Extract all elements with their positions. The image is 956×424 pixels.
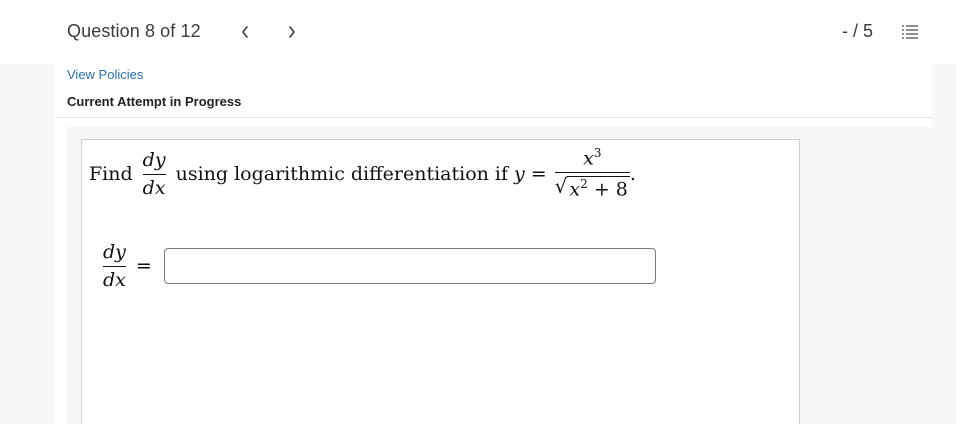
divider xyxy=(54,117,932,118)
denominator-base: x xyxy=(569,178,581,201)
function-denominator: √ x2 + 8 xyxy=(555,176,630,201)
attempt-status: Current Attempt in Progress xyxy=(67,94,242,109)
derivative-denominator: dx xyxy=(142,176,166,199)
answer-derivative-fraction: dy dx xyxy=(103,240,126,291)
question-list-button[interactable] xyxy=(898,22,922,42)
denominator-constant: + 8 xyxy=(593,178,628,201)
function-fraction: x3 √ x2 + 8 xyxy=(554,145,630,201)
statement-period: . xyxy=(629,163,636,185)
answer-derivative-numerator: dy xyxy=(103,240,126,263)
answer-input[interactable] xyxy=(164,248,656,284)
question-header: Question 8 of 12 - / 5 xyxy=(0,0,956,64)
find-word: Find xyxy=(89,163,133,185)
question-text: using logarithmic differentiation if xyxy=(175,163,509,185)
question-list-icon xyxy=(902,25,918,39)
square-root: √ x2 + 8 xyxy=(554,174,630,201)
question-statement: Find dy dx using logarithmic differentia… xyxy=(89,143,709,205)
y-variable: y xyxy=(514,163,525,185)
numerator-exponent: 3 xyxy=(593,145,602,160)
next-question-button[interactable] xyxy=(280,20,304,44)
numerator-base: x xyxy=(583,147,594,170)
chevron-left-icon xyxy=(242,26,248,38)
equals-sign: = xyxy=(530,163,547,185)
answer-equals-sign: = xyxy=(135,255,152,277)
derivative-numerator: dy xyxy=(142,148,166,171)
denominator-exponent: 2 xyxy=(580,177,588,192)
derivative-fraction: dy dx xyxy=(142,148,166,199)
answer-derivative-denominator: dx xyxy=(103,268,126,291)
question-counter: Question 8 of 12 xyxy=(67,21,201,41)
score-display: - / 5 xyxy=(842,21,874,41)
view-policies-link[interactable]: View Policies xyxy=(67,67,143,82)
previous-question-button[interactable] xyxy=(233,20,257,44)
function-numerator: x3 xyxy=(583,145,602,170)
chevron-right-icon xyxy=(289,26,295,38)
answer-label: dy dx = xyxy=(103,238,152,294)
